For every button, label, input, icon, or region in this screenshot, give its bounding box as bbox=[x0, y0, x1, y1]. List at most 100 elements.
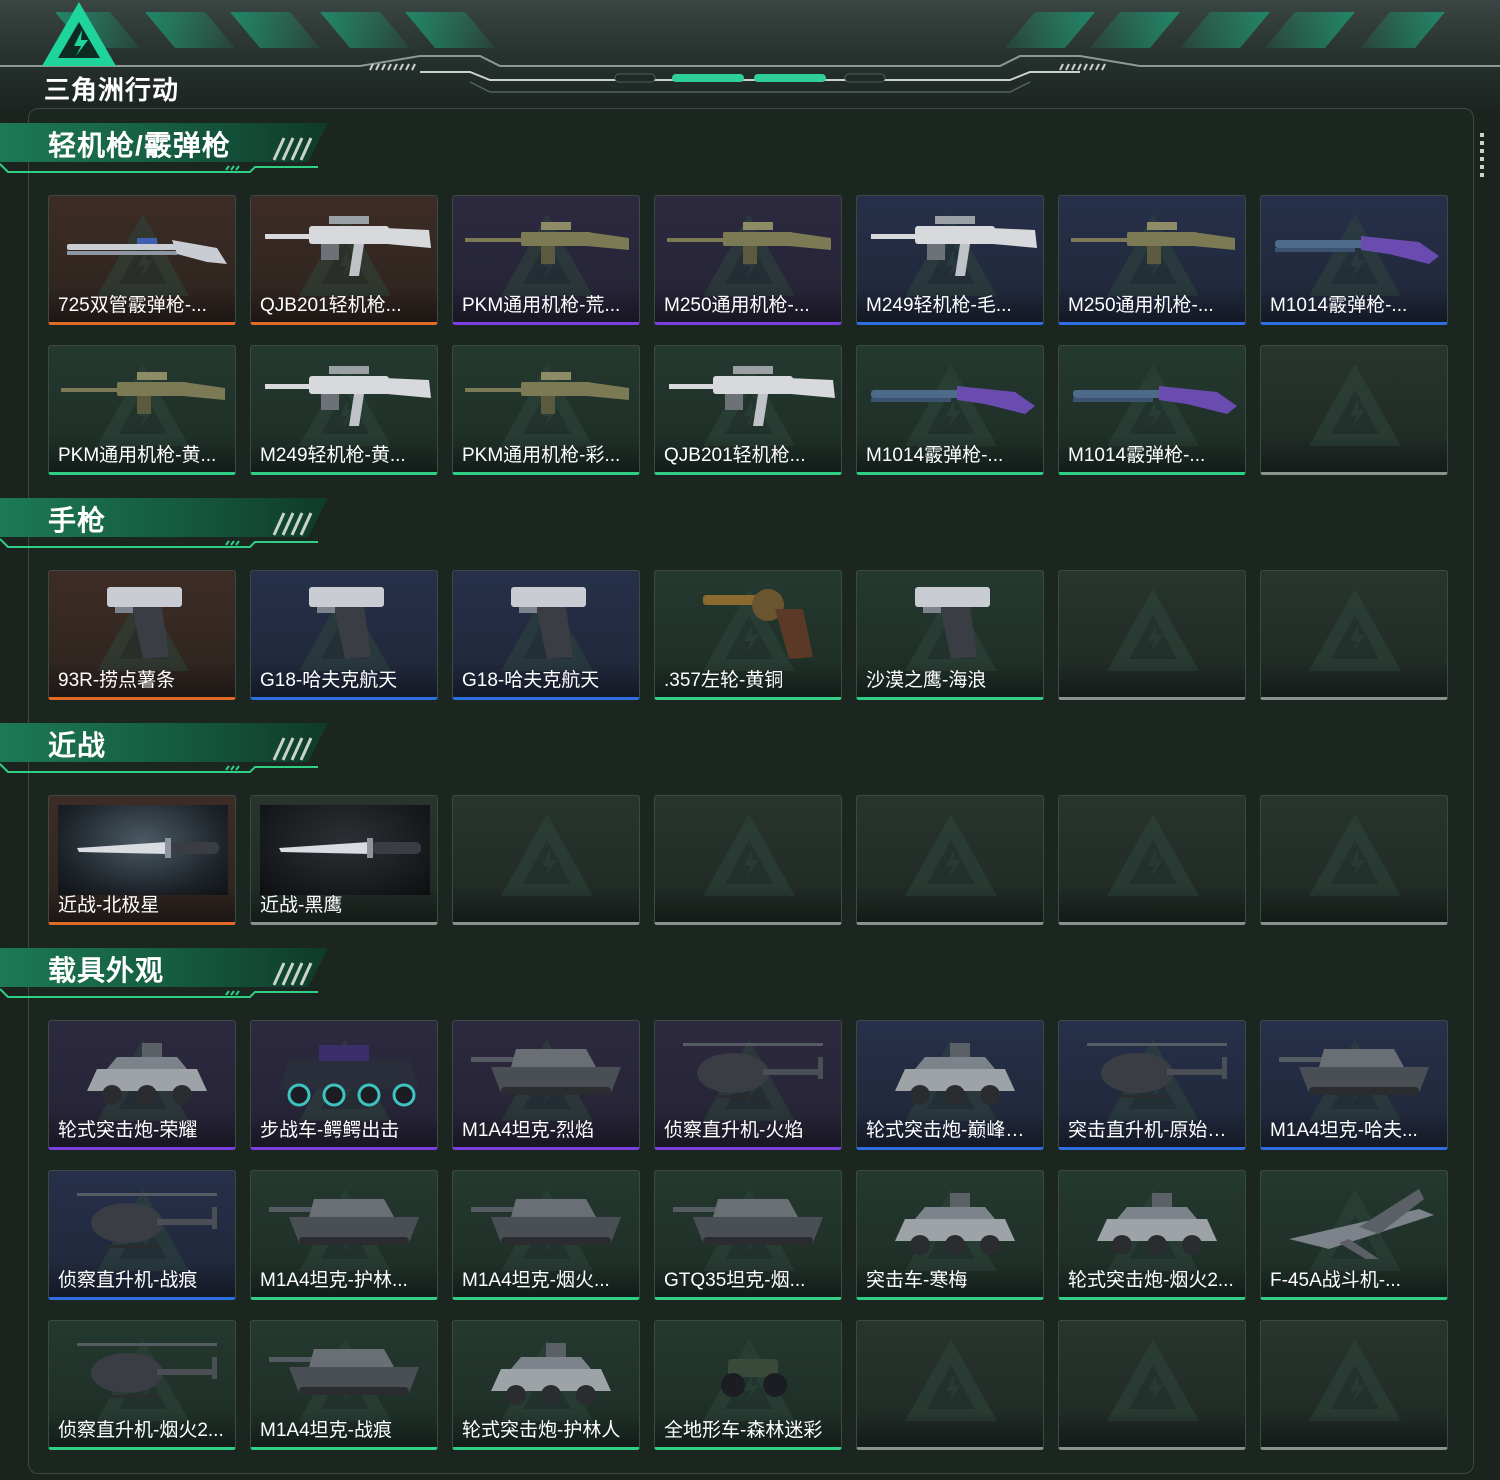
card-label: 近战-北极星 bbox=[58, 895, 160, 916]
skin-card[interactable]: 沙漠之鹰-海浪 bbox=[856, 570, 1044, 700]
banner-decoration bbox=[0, 12, 1500, 93]
skin-card[interactable]: 轮式突击炮-烟火2... bbox=[1058, 1170, 1246, 1300]
card-label-bar: QJB201轻机枪... bbox=[251, 286, 437, 322]
helicopter-icon bbox=[1087, 1043, 1227, 1098]
skin-card[interactable]: PKM通用机枪-荒... bbox=[452, 195, 640, 325]
skin-card[interactable]: M1A4坦克-烟火... bbox=[452, 1170, 640, 1300]
skin-card[interactable]: QJB201轻机枪... bbox=[654, 345, 842, 475]
skin-card[interactable]: M250通用机枪-... bbox=[654, 195, 842, 325]
skin-card[interactable]: PKM通用机枪-黄... bbox=[48, 345, 236, 475]
skin-card[interactable]: 近战-黑鹰 bbox=[250, 795, 438, 925]
card-label-bar bbox=[1059, 661, 1245, 697]
card-label: M1A4坦克-哈夫... bbox=[1270, 1120, 1418, 1141]
armored-car-icon bbox=[895, 1043, 1015, 1105]
card-label-bar: 轮式突击炮-巅峰竞... bbox=[857, 1111, 1043, 1147]
card-label: M1014霰弹枪-... bbox=[1270, 295, 1408, 316]
card-label: M1014霰弹枪-... bbox=[1068, 445, 1206, 466]
skin-card[interactable]: G18-哈夫克航天 bbox=[250, 570, 438, 700]
pistol-icon bbox=[511, 587, 586, 659]
card-label: 侦察直升机-战痕 bbox=[58, 1270, 198, 1291]
tank-icon bbox=[673, 1199, 823, 1245]
card-label: F-45A战斗机-... bbox=[1270, 1270, 1401, 1291]
skin-card[interactable]: M1014霰弹枪-... bbox=[1260, 195, 1448, 325]
card-label-bar: 近战-黑鹰 bbox=[251, 886, 437, 922]
card-label-bar: M1A4坦克-烈焰 bbox=[453, 1111, 639, 1147]
skin-card[interactable]: M1A4坦克-烈焰 bbox=[452, 1020, 640, 1150]
delta-logo-icon bbox=[42, 2, 116, 66]
card-label-bar: 突击直升机-原始伪... bbox=[1059, 1111, 1245, 1147]
card-label: QJB201轻机枪... bbox=[664, 445, 806, 466]
shotgun-icon bbox=[1275, 236, 1439, 264]
skin-card[interactable]: 725双管霰弹枪-... bbox=[48, 195, 236, 325]
ifv-icon bbox=[279, 1045, 419, 1107]
skin-card[interactable]: F-45A战斗机-... bbox=[1260, 1170, 1448, 1300]
helicopter-icon bbox=[683, 1043, 823, 1098]
section-header: 轻机枪/霰弹枪 bbox=[0, 120, 335, 175]
skin-card[interactable]: M1014霰弹枪-... bbox=[1058, 345, 1246, 475]
card-label: 突击车-寒梅 bbox=[866, 1270, 968, 1291]
skin-card[interactable]: 侦察直升机-烟火2... bbox=[48, 1320, 236, 1450]
card-label-bar: QJB201轻机枪... bbox=[655, 436, 841, 472]
skin-card[interactable]: G18-哈夫克航天 bbox=[452, 570, 640, 700]
tank-icon bbox=[269, 1349, 419, 1395]
skin-card[interactable]: M1A4坦克-战痕 bbox=[250, 1320, 438, 1450]
card-label-bar: 轮式突击炮-护林人 bbox=[453, 1411, 639, 1447]
card-label: 沙漠之鹰-海浪 bbox=[866, 670, 987, 691]
empty-slot bbox=[856, 795, 1044, 925]
shotgun-icon bbox=[1073, 386, 1237, 414]
machine-gun-icon bbox=[61, 372, 225, 414]
skin-card[interactable]: .357左轮-黄铜 bbox=[654, 570, 842, 700]
armored-car-icon bbox=[491, 1343, 611, 1405]
card-label: PKM通用机枪-荒... bbox=[462, 295, 621, 316]
card-label-bar bbox=[1059, 1411, 1245, 1447]
card-label-bar: 93R-捞点薯条 bbox=[49, 661, 235, 697]
light-machine-gun-icon bbox=[871, 216, 1037, 276]
skin-card[interactable]: M250通用机枪-... bbox=[1058, 195, 1246, 325]
skin-card[interactable]: M1A4坦克-护林... bbox=[250, 1170, 438, 1300]
card-label-bar: PKM通用机枪-荒... bbox=[453, 286, 639, 322]
light-machine-gun-icon bbox=[265, 366, 431, 426]
skin-card[interactable]: 步战车-鳄鳄出击 bbox=[250, 1020, 438, 1150]
card-label: 725双管霰弹枪-... bbox=[58, 295, 207, 316]
skin-card[interactable]: M1A4坦克-哈夫... bbox=[1260, 1020, 1448, 1150]
top-banner: 三角洲行动 bbox=[0, 0, 1500, 110]
skin-card[interactable]: M249轻机枪-黄... bbox=[250, 345, 438, 475]
scrollbar-handle[interactable] bbox=[1480, 133, 1484, 179]
card-label: M250通用机枪-... bbox=[664, 295, 810, 316]
skin-card[interactable]: 全地形车-森林迷彩 bbox=[654, 1320, 842, 1450]
skin-card[interactable]: 93R-捞点薯条 bbox=[48, 570, 236, 700]
skin-card[interactable]: PKM通用机枪-彩... bbox=[452, 345, 640, 475]
skin-card[interactable]: 轮式突击炮-护林人 bbox=[452, 1320, 640, 1450]
skin-card[interactable]: QJB201轻机枪... bbox=[250, 195, 438, 325]
skin-card[interactable]: 轮式突击炮-巅峰竞... bbox=[856, 1020, 1044, 1150]
skin-card[interactable]: 近战-北极星 bbox=[48, 795, 236, 925]
card-label: 突击直升机-原始伪... bbox=[1068, 1120, 1241, 1141]
skin-card[interactable]: M249轻机枪-毛... bbox=[856, 195, 1044, 325]
empty-slot bbox=[452, 795, 640, 925]
empty-slot bbox=[1260, 795, 1448, 925]
shotgun-icon bbox=[871, 386, 1035, 414]
card-label-bar: M1014霰弹枪-... bbox=[857, 436, 1043, 472]
atv-icon bbox=[721, 1359, 787, 1397]
card-label-bar bbox=[655, 886, 841, 922]
card-label: GTQ35坦克-烟... bbox=[664, 1270, 806, 1291]
empty-slot bbox=[1058, 570, 1246, 700]
skin-card[interactable]: M1014霰弹枪-... bbox=[856, 345, 1044, 475]
empty-slot bbox=[1260, 345, 1448, 475]
empty-slot bbox=[856, 1320, 1044, 1450]
card-label-bar: M1A4坦克-哈夫... bbox=[1261, 1111, 1447, 1147]
skin-card[interactable]: 轮式突击炮-荣耀 bbox=[48, 1020, 236, 1150]
light-machine-gun-icon bbox=[265, 216, 431, 276]
card-label: M1A4坦克-烈焰 bbox=[462, 1120, 594, 1141]
tank-icon bbox=[471, 1049, 621, 1095]
skin-card[interactable]: 侦察直升机-战痕 bbox=[48, 1170, 236, 1300]
logo-wordmark: 三角洲行动 bbox=[44, 76, 180, 106]
helicopter-icon bbox=[77, 1343, 217, 1398]
card-label-bar: M250通用机枪-... bbox=[655, 286, 841, 322]
skin-card[interactable]: 突击直升机-原始伪... bbox=[1058, 1020, 1246, 1150]
empty-slot bbox=[654, 795, 842, 925]
card-label-bar: 侦察直升机-战痕 bbox=[49, 1261, 235, 1297]
skin-card[interactable]: GTQ35坦克-烟... bbox=[654, 1170, 842, 1300]
skin-card[interactable]: 侦察直升机-火焰 bbox=[654, 1020, 842, 1150]
skin-card[interactable]: 突击车-寒梅 bbox=[856, 1170, 1044, 1300]
